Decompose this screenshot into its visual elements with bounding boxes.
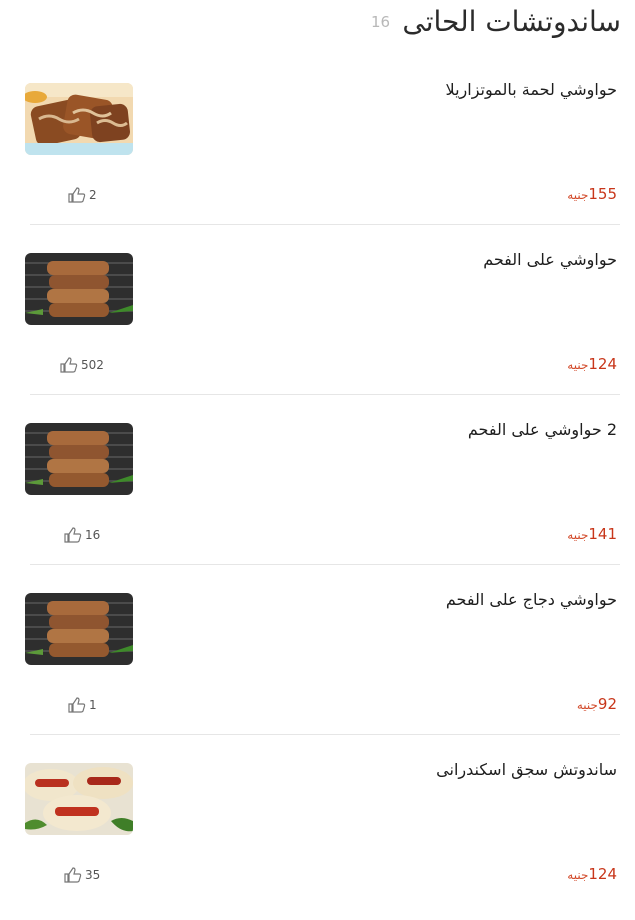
price-currency: جنيه xyxy=(567,868,589,882)
like-button[interactable]: 502 xyxy=(59,357,104,373)
item-photo[interactable] xyxy=(25,83,133,155)
item-divider xyxy=(30,734,620,735)
menu-item[interactable]: حواوشي دجاج على الفحم 92جنيه 1 xyxy=(0,580,635,750)
category-item-count: 16 xyxy=(371,13,391,31)
item-price: 124جنيه xyxy=(567,865,617,883)
thumbs-up-icon xyxy=(67,187,87,203)
price-amount: 124 xyxy=(588,355,617,373)
like-count: 35 xyxy=(85,868,101,882)
like-count: 16 xyxy=(85,528,101,542)
like-button[interactable]: 16 xyxy=(63,527,100,543)
like-count: 2 xyxy=(89,188,97,202)
price-currency: جنيه xyxy=(567,358,589,372)
category-header: ساندوتشات الحاتى 16 xyxy=(0,0,635,50)
price-currency: جنيه xyxy=(567,188,589,202)
like-count: 502 xyxy=(81,358,104,372)
price-amount: 155 xyxy=(588,185,617,203)
item-photo[interactable] xyxy=(25,253,133,325)
like-button[interactable]: 2 xyxy=(67,187,97,203)
category-title: ساندوتشات الحاتى xyxy=(402,5,621,38)
like-count: 1 xyxy=(89,698,97,712)
menu-item[interactable]: 2 حواوشي على الفحم 141جنيه 16 xyxy=(0,410,635,580)
item-photo[interactable] xyxy=(25,423,133,495)
item-name[interactable]: 2 حواوشي على الفحم xyxy=(468,420,617,439)
item-photo[interactable] xyxy=(25,763,133,835)
menu-item[interactable]: حواوشي على الفحم 124جنيه 502 xyxy=(0,240,635,410)
item-divider xyxy=(30,224,620,225)
price-currency: جنيه xyxy=(576,698,598,712)
thumbs-up-icon xyxy=(63,527,83,543)
item-name[interactable]: حواوشي دجاج على الفحم xyxy=(446,590,617,609)
like-button[interactable]: 35 xyxy=(63,867,100,883)
item-divider xyxy=(30,394,620,395)
thumbs-up-icon xyxy=(63,867,83,883)
price-amount: 92 xyxy=(597,695,617,713)
thumbs-up-icon xyxy=(67,697,87,713)
price-amount: 124 xyxy=(588,865,617,883)
item-name[interactable]: حواوشي على الفحم xyxy=(483,250,617,269)
item-photo[interactable] xyxy=(25,593,133,665)
item-divider xyxy=(30,564,620,565)
thumbs-up-icon xyxy=(59,357,79,373)
menu-item[interactable]: حواوشي لحمة بالموتزاريلا 155جنيه 2 xyxy=(0,70,635,240)
price-amount: 141 xyxy=(588,525,617,543)
item-price: 92جنيه xyxy=(577,695,617,713)
price-currency: جنيه xyxy=(567,528,589,542)
like-button[interactable]: 1 xyxy=(67,697,97,713)
item-name[interactable]: حواوشي لحمة بالموتزاريلا xyxy=(446,80,617,99)
item-name[interactable]: ساندوتش سجق اسكندرانى xyxy=(436,760,617,779)
item-price: 155جنيه xyxy=(567,185,617,203)
menu-item[interactable]: ساندوتش سجق اسكندرانى 124جنيه 35 xyxy=(0,750,635,920)
item-price: 124جنيه xyxy=(567,355,617,373)
item-price: 141جنيه xyxy=(567,525,617,543)
